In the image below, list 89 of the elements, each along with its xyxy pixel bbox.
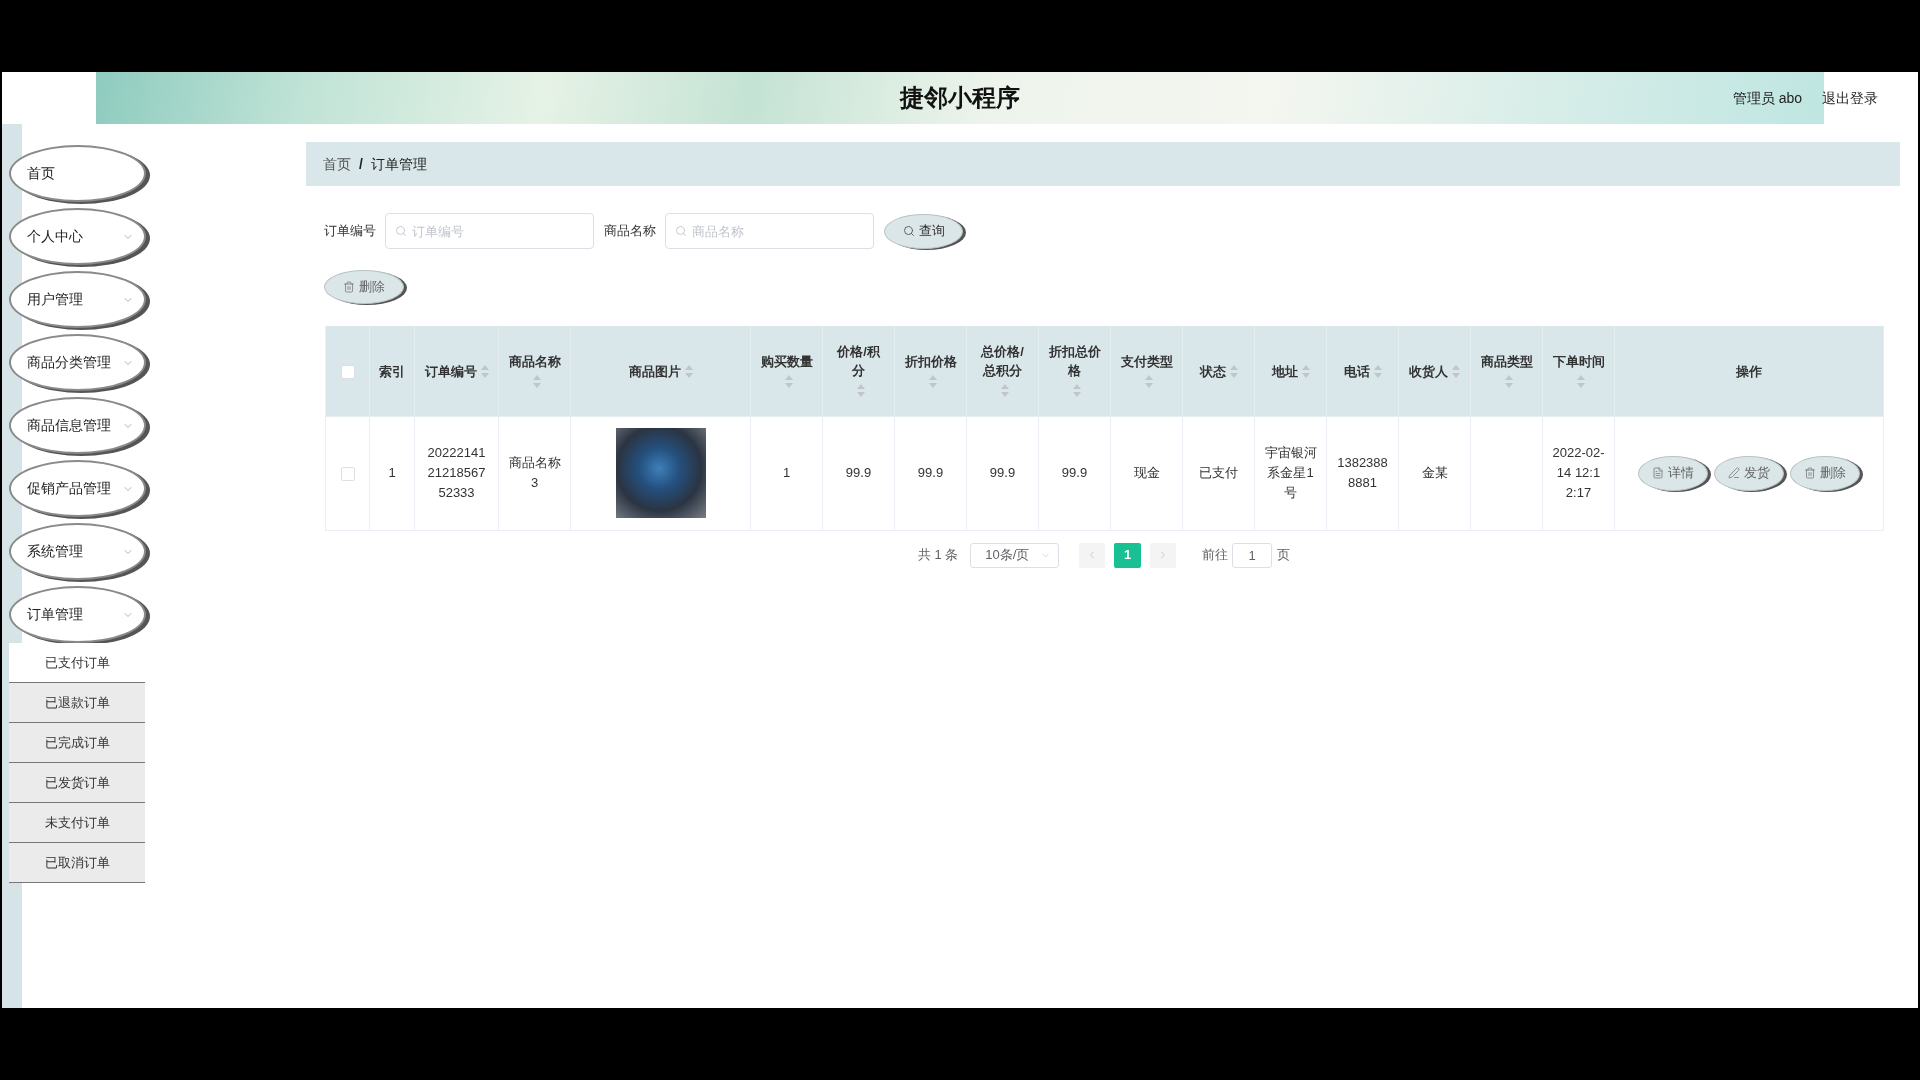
- sort-icon[interactable]: [1072, 384, 1081, 398]
- column-header[interactable]: 地址: [1271, 361, 1298, 381]
- column-header[interactable]: 商品名称: [508, 352, 561, 372]
- table-cell: 1: [750, 416, 823, 530]
- sort-icon[interactable]: [1452, 364, 1460, 378]
- sidebar-menu-item[interactable]: 用户管理: [9, 271, 146, 328]
- column-header[interactable]: 总价格/总积分: [976, 342, 1029, 381]
- column-header[interactable]: 折扣价格: [904, 352, 957, 372]
- sort-icon[interactable]: [1000, 384, 1009, 398]
- table-cell: 2022-02-14 12:12:17: [1542, 416, 1615, 530]
- search-icon: [395, 225, 407, 237]
- goto-label: 前往: [1202, 546, 1229, 565]
- column-header: 索引: [379, 362, 405, 381]
- search-icon: [675, 225, 687, 237]
- table-cell: 99.9: [966, 416, 1039, 530]
- field-label: 订单编号: [324, 222, 376, 241]
- page-size-select[interactable]: 10条/页: [970, 542, 1060, 568]
- total-count: 共 1 条: [917, 546, 959, 565]
- sort-icon[interactable]: [1144, 375, 1153, 389]
- select-all-checkbox[interactable]: [340, 364, 355, 379]
- column-header: 操作: [1736, 362, 1762, 381]
- table-cell: 已支付: [1182, 416, 1255, 530]
- sidebar-menu-item[interactable]: 首页: [9, 145, 146, 202]
- page-jump-input[interactable]: 1: [1232, 542, 1273, 568]
- sort-icon[interactable]: [684, 364, 693, 378]
- sort-icon[interactable]: [1373, 364, 1382, 378]
- column-header[interactable]: 订单编号: [424, 361, 477, 381]
- document-icon: [1652, 467, 1664, 479]
- sort-icon[interactable]: [784, 375, 793, 389]
- column-header[interactable]: 支付类型: [1120, 352, 1173, 372]
- column-header[interactable]: 电话: [1343, 361, 1370, 381]
- table-cell: 现金: [1110, 416, 1183, 530]
- breadcrumb-link[interactable]: 首页: [323, 153, 351, 175]
- table-cell: 金某: [1398, 416, 1471, 530]
- sidebar-menu-item[interactable]: 商品信息管理: [9, 397, 146, 454]
- sort-icon[interactable]: [1576, 375, 1585, 389]
- table-cell: 1: [369, 416, 415, 530]
- sort-icon[interactable]: [480, 364, 489, 378]
- search-field[interactable]: 商品名称: [665, 213, 874, 249]
- action-button[interactable]: 详情: [1638, 455, 1708, 491]
- table-cell: 202221412121856752333: [414, 416, 499, 530]
- page-suffix: 页: [1277, 546, 1291, 565]
- submenu-item[interactable]: 已退款订单: [9, 683, 145, 723]
- sort-icon[interactable]: [1504, 375, 1513, 389]
- sidebar-menu-item[interactable]: 个人中心: [9, 208, 146, 265]
- table-cell: 13823888881: [1326, 416, 1399, 530]
- row-checkbox[interactable]: [340, 466, 355, 481]
- sidebar-menu-item[interactable]: 系统管理: [9, 523, 146, 580]
- column-header[interactable]: 商品类型: [1480, 352, 1533, 372]
- sort-icon[interactable]: [1229, 364, 1238, 378]
- column-header[interactable]: 收货人: [1409, 361, 1448, 381]
- column-header[interactable]: 商品图片: [628, 361, 681, 381]
- search-button[interactable]: 查询: [884, 213, 963, 249]
- sidebar-menu-item[interactable]: 促销产品管理: [9, 460, 146, 517]
- trash-icon: [1804, 467, 1816, 479]
- breadcrumb-link[interactable]: 订单管理: [370, 153, 427, 175]
- table-cell: 商品名称3: [498, 416, 571, 530]
- search-icon: [902, 225, 915, 237]
- sort-icon[interactable]: [1301, 364, 1310, 378]
- sort-icon[interactable]: [928, 375, 937, 389]
- action-button[interactable]: 删除: [1790, 455, 1860, 491]
- column-header[interactable]: 价格/积分: [832, 342, 885, 381]
- submenu-item[interactable]: 已支付订单: [9, 643, 145, 683]
- table-cell: 99.9: [822, 416, 895, 530]
- table-cell: 99.9: [1038, 416, 1111, 530]
- app-title: 捷邻小程序: [900, 83, 1020, 113]
- delete-button[interactable]: 删除: [324, 270, 404, 304]
- sidebar-menu-item[interactable]: 商品分类管理: [9, 334, 146, 391]
- search-field[interactable]: 订单编号: [385, 213, 594, 249]
- sidebar-menu-item[interactable]: 订单管理: [9, 586, 146, 643]
- table-cell: 宇宙银河系金星1号: [1254, 416, 1327, 530]
- sort-icon[interactable]: [532, 375, 541, 389]
- breadcrumb-separator: /: [359, 154, 363, 174]
- sort-icon[interactable]: [856, 384, 865, 398]
- submenu-item[interactable]: 已取消订单: [9, 843, 145, 883]
- column-header[interactable]: 购买数量: [760, 352, 813, 372]
- column-header[interactable]: 状态: [1199, 361, 1226, 381]
- table-cell: 99.9: [894, 416, 967, 530]
- submenu-item[interactable]: 已发货订单: [9, 763, 145, 803]
- action-button[interactable]: 发货: [1714, 455, 1784, 491]
- trash-icon: [343, 281, 355, 293]
- column-header[interactable]: 下单时间: [1552, 352, 1605, 372]
- field-label: 商品名称: [604, 222, 656, 241]
- pen-icon: [1728, 467, 1740, 479]
- logout-link[interactable]: 退出登录: [1822, 87, 1878, 109]
- submenu-item[interactable]: 未支付订单: [9, 803, 145, 843]
- submenu-item[interactable]: 已完成订单: [9, 723, 145, 763]
- column-header[interactable]: 折扣总价格: [1048, 342, 1101, 381]
- admin-label: 管理员 abo: [1732, 88, 1802, 108]
